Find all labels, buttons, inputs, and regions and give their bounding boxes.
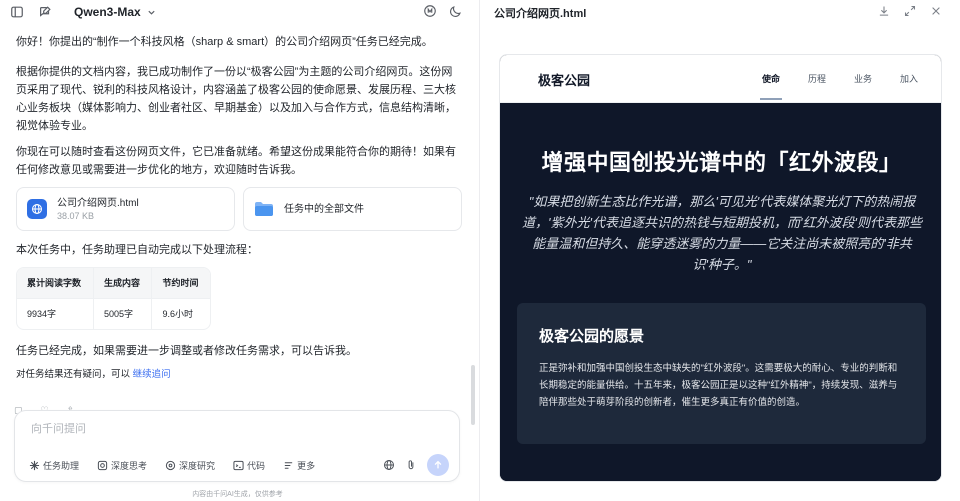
process-intro: 本次任务中，任务助理已自动完成以下处理流程： — [16, 244, 258, 256]
hero-quote: "如果把创新生态比作光谱，那么'可见光'代表媒体聚光灯下的热闹报道，'紫外光'代… — [522, 194, 922, 272]
composer: 任务助理 深度思考 深度研究 代码 更多 — [14, 410, 460, 482]
model-name: Qwen3-Max — [74, 5, 141, 19]
site-navbar: 极客公园 使命 历程 业务 加入 — [500, 55, 941, 103]
stats-value-generated: 5005字 — [93, 298, 153, 329]
attachments-row: 公司介绍网页.html 38.07 KB 任务中的全部文件 — [16, 187, 462, 231]
chat-scrollbar[interactable] — [471, 365, 475, 425]
dark-mode-icon[interactable] — [449, 4, 463, 18]
prompt-input[interactable] — [31, 423, 331, 435]
new-chat-icon[interactable] — [38, 5, 52, 19]
vision-title: 极客公园的愿景 — [539, 328, 645, 345]
assistant-message-done: 任务已经完成，如果需要进一步调整或者修改任务需求，可以告诉我。 — [16, 345, 357, 357]
nav-link-join[interactable]: 加入 — [900, 72, 918, 85]
vision-text: 正是弥补和加强中国创投生态中缺失的"红外波段"。这需要极大的耐心、专业的判断和长… — [539, 363, 898, 408]
expand-icon[interactable] — [904, 5, 916, 17]
all-files-card[interactable]: 任务中的全部文件 — [243, 187, 462, 231]
brain-icon — [97, 460, 108, 471]
assistant-message-intro: 你好！你提出的“制作一个科技风格（sharp & smart）的公司介绍网页”任… — [16, 36, 433, 48]
disclaimer: 内容由千问AI生成，仅供参考 — [192, 491, 283, 498]
composer-actions — [383, 454, 449, 476]
webpage-preview: 极客公园 使命 历程 业务 加入 增强中国创投光谱中的「红外波段」 "如果把创新… — [499, 54, 942, 482]
preview-header: 公司介绍网页.html — [480, 0, 960, 24]
stats-table: 累计阅读字数 生成内容 节约时间 9934字 5005字 9.6小时 — [16, 267, 211, 330]
chat-pane: Qwen3-Max 你好！你提出的“制作一个科技风格（sharp & smart… — [0, 0, 480, 501]
tool-code[interactable]: 代码 — [233, 459, 265, 472]
stats-header-generated: 生成内容 — [93, 268, 153, 299]
folder-icon — [255, 202, 273, 216]
tool-label: 更多 — [297, 461, 316, 471]
preview-pane: 公司介绍网页.html 极客公园 使命 历程 业务 加入 增强中国创投光谱中的「… — [480, 0, 960, 501]
vision-card: 极客公园的愿景 正是弥补和加强中国创投生态中缺失的"红外波段"。这需要极大的耐心… — [517, 303, 926, 444]
tool-label: 代码 — [247, 461, 266, 471]
attach-icon[interactable] — [405, 459, 417, 471]
follow-up-link[interactable]: 继续追问 — [133, 369, 171, 380]
stats-value-read: 9934字 — [17, 298, 94, 329]
site-brand[interactable]: 极客公园 — [538, 70, 590, 89]
stats-value-saved: 9.6小时 — [151, 298, 210, 329]
globe-icon — [27, 199, 47, 219]
nav-link-mission[interactable]: 使命 — [759, 72, 783, 100]
tool-task-assistant[interactable]: 任务助理 — [29, 459, 79, 472]
stats-header-read: 累计阅读字数 — [17, 268, 94, 299]
arrow-up-icon — [434, 460, 442, 469]
model-selector[interactable]: Qwen3-Max — [74, 5, 156, 19]
preview-title: 公司介绍网页.html — [494, 8, 587, 20]
tool-label: 任务助理 — [43, 461, 80, 471]
token-usage-icon[interactable] — [423, 4, 437, 18]
sidebar-toggle-icon[interactable] — [10, 5, 24, 19]
follow-up-line: 对任务结果还有疑问，可以 继续追问 — [16, 366, 462, 384]
tool-more[interactable]: 更多 — [283, 459, 315, 472]
download-icon[interactable] — [878, 5, 890, 17]
nav-link-history[interactable]: 历程 — [808, 72, 826, 85]
globe-icon[interactable] — [383, 459, 395, 471]
hero-title: 增强中国创投光谱中的「红外波段」 — [541, 150, 902, 175]
site-nav-links: 使命 历程 业务 加入 — [759, 72, 918, 100]
tool-label: 深度研究 — [179, 461, 216, 471]
app-window: Qwen3-Max 你好！你提出的“制作一个科技风格（sharp & smart… — [0, 0, 960, 501]
follow-up-prefix: 对任务结果还有疑问，可以 — [16, 369, 131, 380]
preview-actions — [878, 5, 942, 17]
chevron-down-icon — [148, 10, 155, 15]
all-files-label: 任务中的全部文件 — [284, 203, 364, 215]
tool-label: 深度思考 — [111, 461, 148, 471]
html-file-card[interactable]: 公司介绍网页.html 38.07 KB — [16, 187, 235, 231]
code-icon — [233, 460, 244, 471]
tool-deep-think[interactable]: 深度思考 — [97, 459, 147, 472]
assistant-message-ready: 你现在可以随时查看这份网页文件，它已准备就绪。希望这份成果能符合你的期待！如果有… — [16, 146, 456, 176]
file-name: 公司介绍网页.html — [57, 197, 139, 209]
composer-tools: 任务助理 深度思考 深度研究 代码 更多 — [29, 459, 315, 472]
close-icon[interactable] — [930, 5, 942, 17]
send-button[interactable] — [427, 454, 449, 476]
tool-deep-research[interactable]: 深度研究 — [165, 459, 215, 472]
site-hero: 增强中国创投光谱中的「红外波段」 "如果把创新生态比作光谱，那么'可见光'代表媒… — [500, 103, 941, 481]
chat-messages: 你好！你提出的“制作一个科技风格（sharp & smart）的公司介绍网页”任… — [16, 33, 462, 384]
sparkle-icon — [29, 460, 40, 471]
nav-link-business[interactable]: 业务 — [854, 72, 872, 85]
menu-icon — [284, 462, 293, 469]
assistant-message-summary: 根据你提供的文档内容，我已成功制作了一份以“极客公园”为主题的公司介绍网页。这份… — [16, 66, 456, 132]
file-size: 38.07 KB — [57, 210, 95, 221]
chat-topbar: Qwen3-Max — [0, 0, 479, 24]
stats-header-saved: 节约时间 — [151, 268, 210, 299]
research-icon — [165, 460, 176, 471]
